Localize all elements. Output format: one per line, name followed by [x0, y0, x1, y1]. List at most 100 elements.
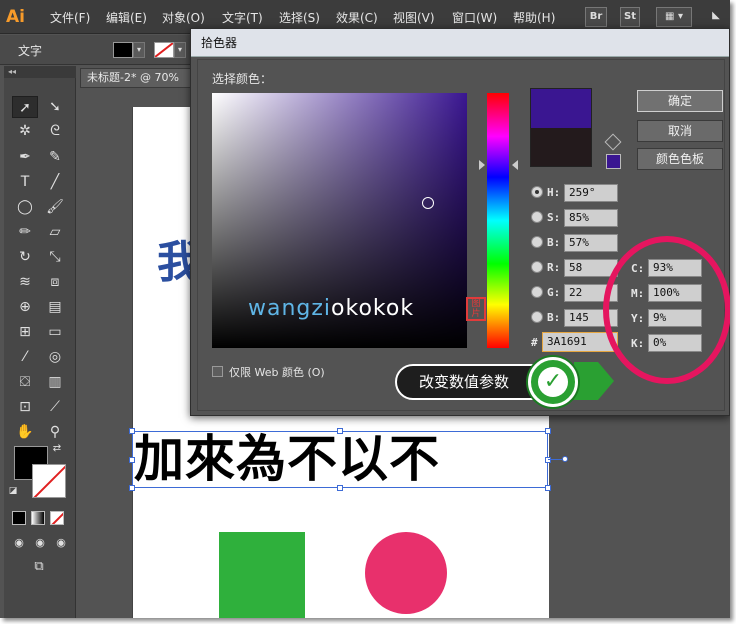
label-saturation: S: [547, 211, 561, 224]
screen-mode-icon[interactable]: ⧉ [26, 556, 52, 578]
stock-button[interactable]: St [620, 7, 640, 27]
symbol-sprayer-tool-icon[interactable]: ⛋ [12, 371, 38, 393]
gradient-mode-icon[interactable] [31, 511, 45, 525]
menu-edit[interactable]: 编辑(E) [106, 9, 147, 26]
curvature-tool-icon[interactable]: ✎ [42, 146, 68, 168]
resize-handle[interactable] [545, 485, 551, 491]
free-transform-tool-icon[interactable]: ⧈ [42, 271, 68, 293]
resize-handle[interactable] [129, 428, 135, 434]
gradient-tool-icon[interactable]: ▭ [42, 321, 68, 343]
radio-saturation[interactable] [531, 211, 543, 223]
tools-panel: ◂◂ ➚ ➘ ✲ ᘓ ✒ ✎ T ╱ ◯ 🖌 ✏ ▱ ↻ ⤡ ≋ ⧈ ⊕ ▤ ⊞… [4, 66, 76, 618]
scale-tool-icon[interactable]: ⤡ [42, 246, 68, 268]
new-color-preview [530, 88, 592, 128]
color-mode-icon[interactable] [12, 511, 26, 525]
app-logo: Ai [6, 7, 25, 27]
color-field-cursor[interactable] [422, 197, 434, 209]
checkbox-box[interactable] [212, 366, 223, 377]
slice-tool-icon[interactable]: ⟋ [42, 396, 68, 418]
bridge-button[interactable]: Br [585, 7, 607, 27]
magic-wand-tool-icon[interactable]: ✲ [12, 120, 38, 142]
resize-handle[interactable] [337, 485, 343, 491]
default-colors-icon[interactable]: ◪ [6, 484, 20, 498]
eraser-tool-icon[interactable]: ▱ [42, 221, 68, 243]
color-swatches-button[interactable]: 颜色色板 [637, 148, 723, 170]
resize-handle[interactable] [545, 428, 551, 434]
web-only-checkbox[interactable]: 仅限 Web 颜色 (O) [212, 364, 325, 380]
select-color-label: 选择颜色： [212, 72, 273, 86]
cancel-button[interactable]: 取消 [637, 120, 723, 142]
resize-handle[interactable] [545, 457, 551, 463]
label-brightness: B: [547, 236, 561, 249]
web-safe-swatch[interactable] [606, 154, 621, 169]
radio-green[interactable] [531, 286, 543, 298]
menu-window[interactable]: 窗口(W) [452, 9, 497, 26]
tools-panel-header[interactable]: ◂◂ [4, 66, 76, 78]
menu-object[interactable]: 对象(O) [162, 9, 205, 26]
ok-button[interactable]: 确定 [637, 90, 723, 112]
radio-brightness[interactable] [531, 236, 543, 248]
brightness-input[interactable]: 57% [564, 234, 618, 252]
dialog-title: 拾色器 [191, 29, 729, 57]
width-tool-icon[interactable]: ≋ [12, 271, 38, 293]
menu-effect[interactable]: 效果(C) [336, 9, 378, 26]
saturation-input[interactable]: 85% [564, 209, 618, 227]
perspective-grid-tool-icon[interactable]: ▤ [42, 296, 68, 318]
radio-red[interactable] [531, 261, 543, 273]
direct-selection-tool-icon[interactable]: ➘ [42, 96, 68, 118]
highlight-ellipse [603, 236, 730, 384]
draw-normal-icon[interactable]: ◉ [10, 532, 28, 554]
rotate-tool-icon[interactable]: ↻ [12, 246, 38, 268]
workspace-switcher-icon[interactable]: ◣ [702, 7, 730, 27]
shape-builder-tool-icon[interactable]: ⊕ [12, 296, 38, 318]
zoom-tool-icon[interactable]: ⚲ [42, 421, 68, 443]
hue-slider[interactable] [487, 93, 509, 348]
pen-tool-icon[interactable]: ✒ [12, 146, 38, 168]
column-graph-tool-icon[interactable]: ▥ [42, 371, 68, 393]
radio-blue[interactable] [531, 311, 543, 323]
hue-input[interactable]: 259° [564, 184, 618, 202]
eyedropper-tool-icon[interactable]: ⁄ [12, 346, 38, 368]
rotate-handle[interactable] [562, 456, 568, 462]
resize-handle[interactable] [129, 457, 135, 463]
original-color-preview[interactable] [530, 128, 592, 167]
green-rectangle-shape[interactable] [219, 532, 305, 618]
type-tool-icon[interactable]: T [12, 171, 38, 193]
pink-circle-shape[interactable] [365, 532, 447, 614]
radio-hue[interactable] [531, 186, 543, 198]
document-tab[interactable]: 未标题-2* @ 70% [80, 68, 192, 88]
line-tool-icon[interactable]: ╱ [42, 171, 68, 193]
menu-type[interactable]: 文字(T) [222, 9, 263, 26]
ellipse-tool-icon[interactable]: ◯ [12, 196, 38, 218]
lasso-tool-icon[interactable]: ᘓ [42, 120, 68, 142]
fill-color-swatch[interactable] [113, 42, 133, 58]
menu-help[interactable]: 帮助(H) [513, 9, 555, 26]
stroke-color-swatch[interactable] [154, 42, 174, 58]
none-mode-icon[interactable] [50, 511, 64, 525]
resize-handle[interactable] [337, 428, 343, 434]
hand-tool-icon[interactable]: ✋ [12, 421, 38, 443]
fill-dropdown-icon[interactable]: ▾ [133, 42, 145, 58]
annotation-check-badge: ✓ [528, 357, 578, 407]
menu-select[interactable]: 选择(S) [279, 9, 320, 26]
artboard-tool-icon[interactable]: ⊡ [12, 396, 38, 418]
watermark-text: wangziokokok [248, 296, 414, 321]
swap-colors-icon[interactable]: ⇄ [50, 442, 64, 456]
mesh-tool-icon[interactable]: ⊞ [12, 321, 38, 343]
resize-handle[interactable] [129, 485, 135, 491]
menu-view[interactable]: 视图(V) [393, 9, 435, 26]
hue-slider-left-arrow-icon[interactable] [479, 160, 485, 170]
hue-slider-right-arrow-icon[interactable] [512, 160, 518, 170]
stroke-dropdown-icon[interactable]: ▾ [174, 42, 186, 58]
pencil-tool-icon[interactable]: ✏ [12, 221, 38, 243]
menu-file[interactable]: 文件(F) [50, 9, 90, 26]
stroke-color-box[interactable] [32, 464, 66, 498]
arrange-documents-icon[interactable]: ▦ ▾ [656, 7, 692, 27]
selection-tool-icon[interactable]: ➚ [12, 96, 38, 118]
draw-behind-icon[interactable]: ◉ [31, 532, 49, 554]
draw-inside-icon[interactable]: ◉ [52, 532, 70, 554]
paintbrush-tool-icon[interactable]: 🖌 [42, 196, 68, 218]
selection-bounding-box[interactable] [132, 431, 548, 488]
blend-tool-icon[interactable]: ◎ [42, 346, 68, 368]
watermark-part-b: okokok [331, 296, 415, 321]
